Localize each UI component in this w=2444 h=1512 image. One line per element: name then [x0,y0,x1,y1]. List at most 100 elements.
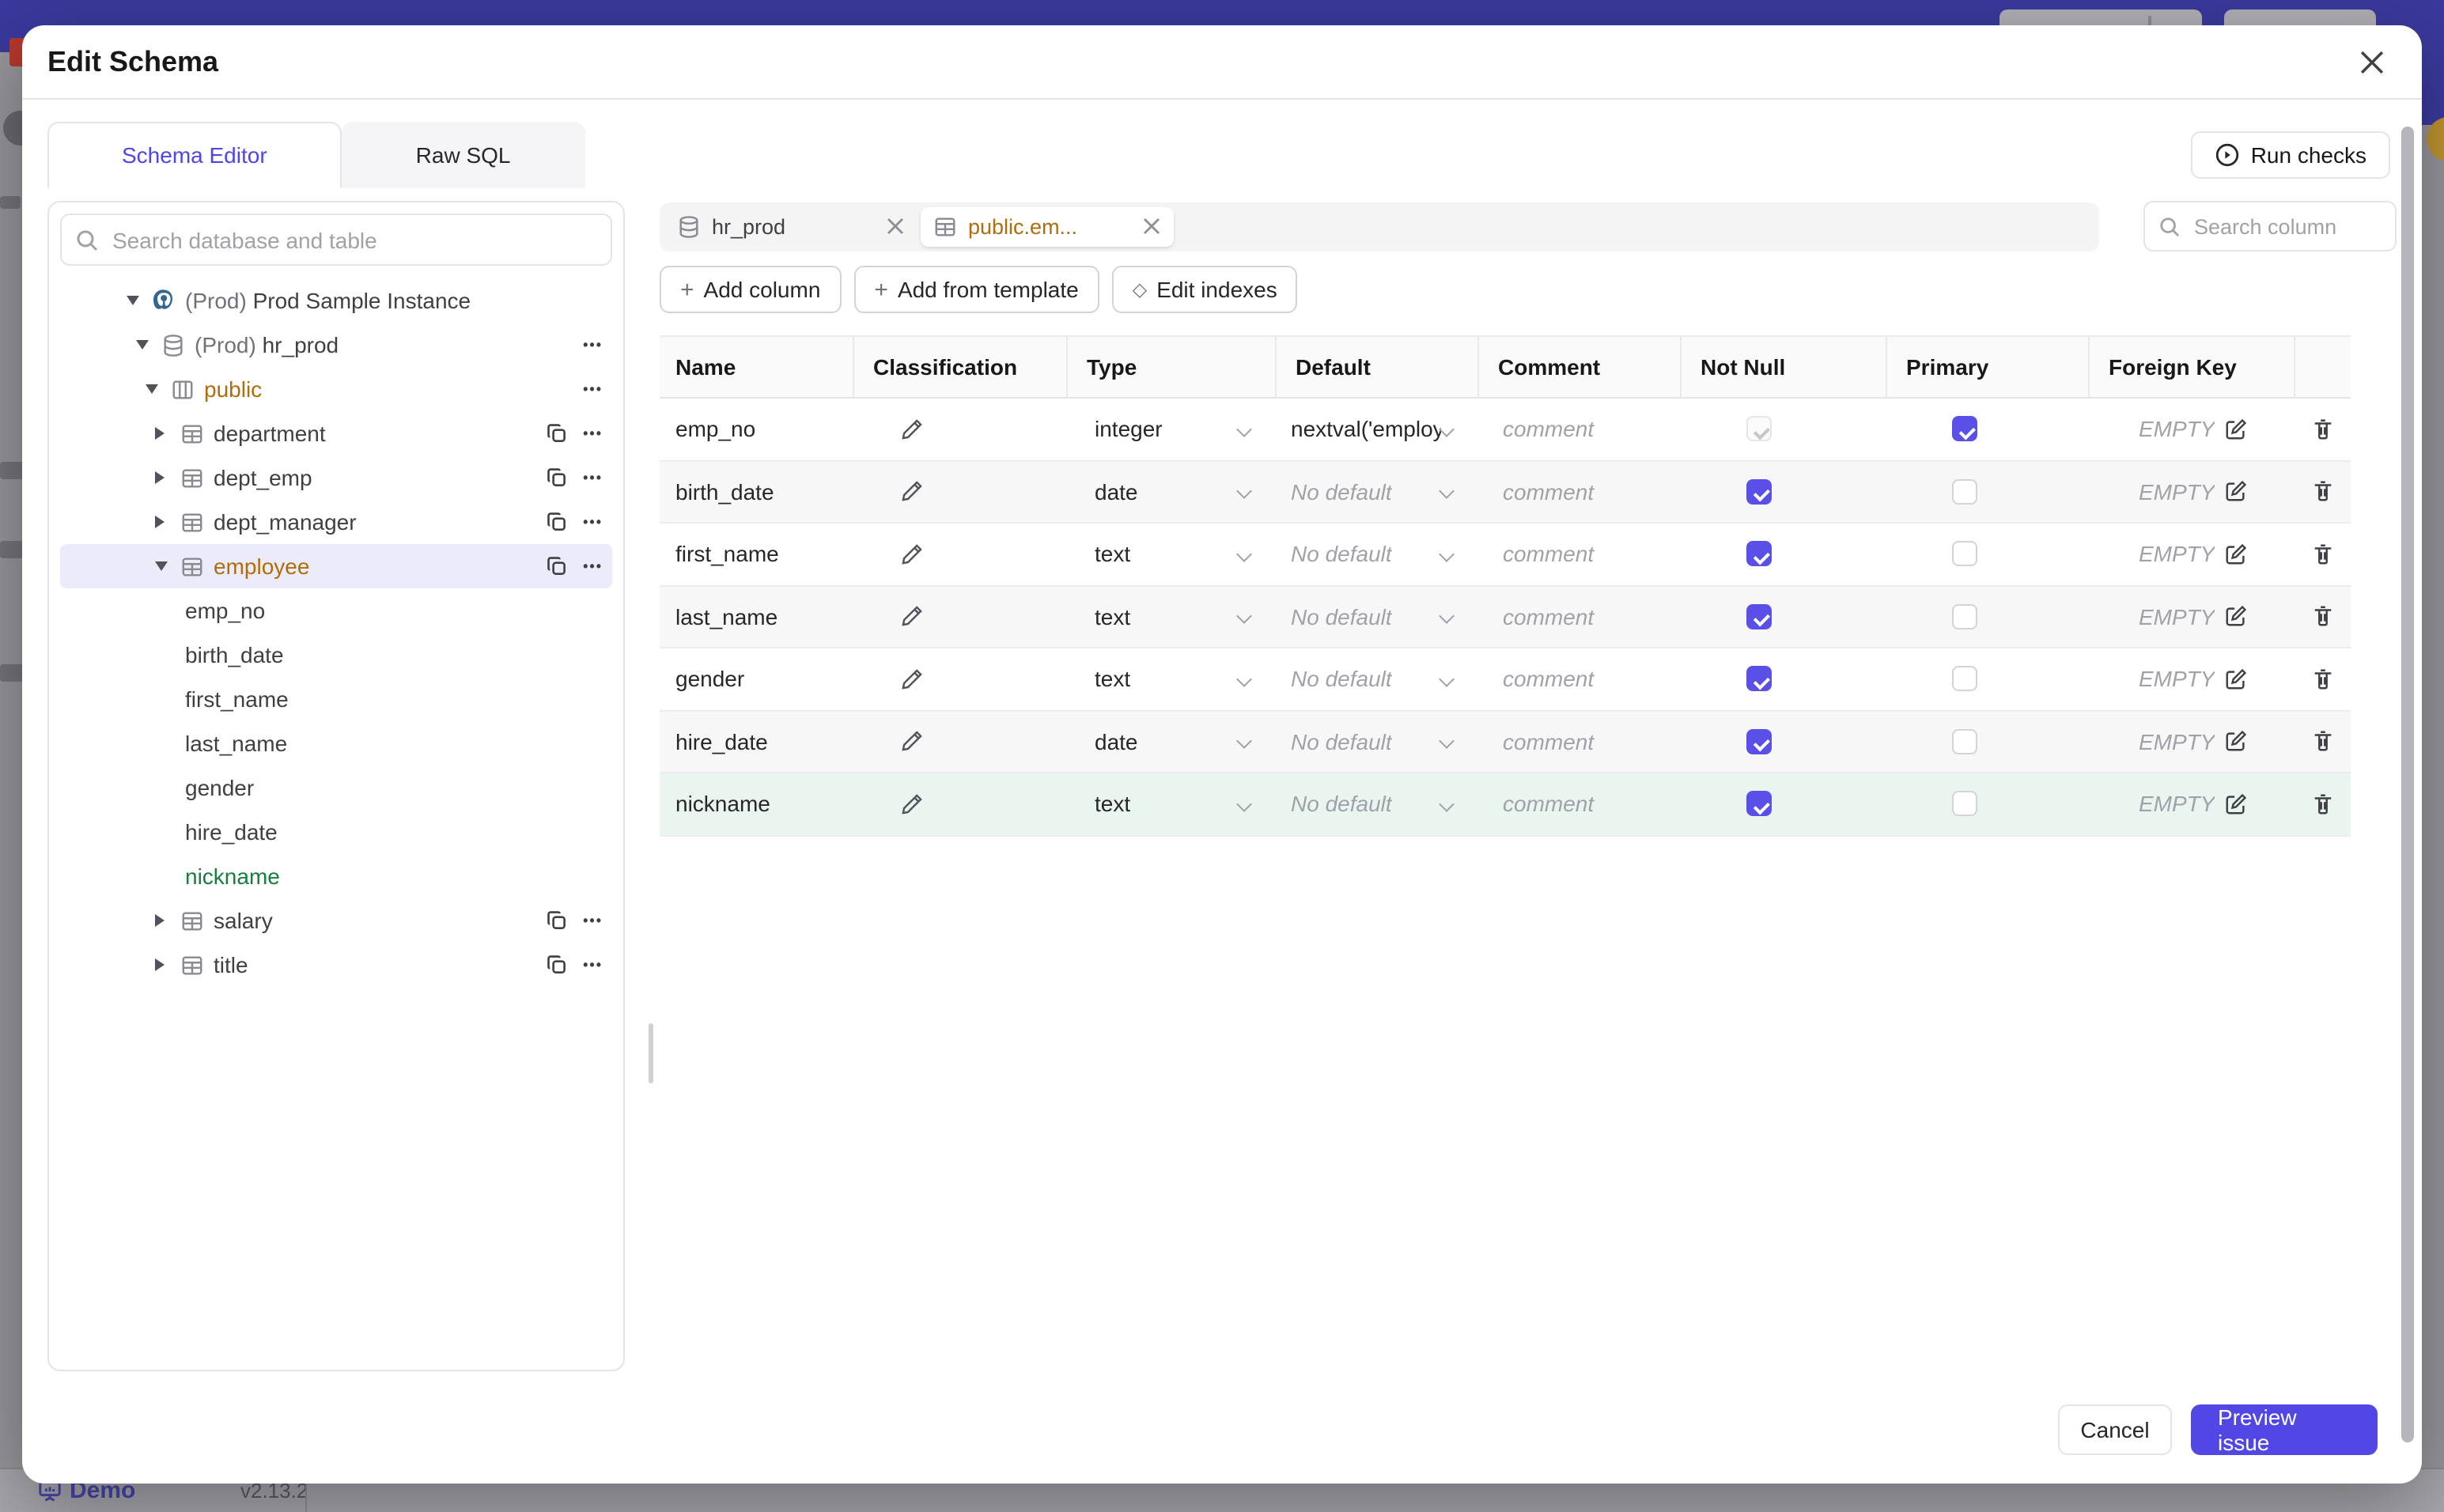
not-null-checkbox[interactable] [1746,416,1772,442]
chevron-down-icon[interactable] [1439,546,1455,562]
type-cell[interactable]: text [1066,524,1275,584]
primary-checkbox[interactable] [1952,541,1977,567]
tree-item-gender[interactable]: gender [60,765,612,810]
chevron-down-icon[interactable] [1439,796,1455,812]
tree-item-dept_manager[interactable]: dept_manager ••• [60,500,612,544]
tree-item-Prod Sample Instance[interactable]: (Prod) Prod Sample Instance [60,278,612,323]
copy-icon[interactable] [545,909,567,932]
comment-cell[interactable]: comment [1477,461,1680,522]
chevron-right-icon[interactable] [155,914,165,927]
default-cell[interactable]: nextval('employ [1275,399,1477,459]
delete-column-icon[interactable] [2310,730,2334,754]
not-null-checkbox[interactable] [1746,666,1772,692]
column-name[interactable]: birth_date [660,461,853,522]
edit-foreign-key-icon[interactable] [2224,542,2248,566]
more-actions-icon[interactable]: ••• [583,425,603,441]
edit-classification-icon[interactable] [900,605,924,629]
copy-icon[interactable] [545,954,567,976]
delete-column-icon[interactable] [2310,667,2334,691]
copy-icon[interactable] [545,511,567,533]
more-actions-icon[interactable]: ••• [583,470,603,486]
primary-checkbox[interactable] [1952,666,1977,692]
edit-foreign-key-icon[interactable] [2224,792,2248,816]
chevron-right-icon[interactable] [155,958,165,971]
default-cell[interactable]: No default [1275,711,1477,772]
more-actions-icon[interactable]: ••• [583,558,603,574]
not-null-checkbox[interactable] [1746,791,1772,817]
more-actions-icon[interactable]: ••• [583,381,603,397]
comment-cell[interactable]: comment [1477,399,1680,459]
tree-item-hire_date[interactable]: hire_date [60,810,612,854]
edit-classification-icon[interactable] [900,792,924,816]
edit-classification-icon[interactable] [900,730,924,754]
default-cell[interactable]: No default [1275,648,1477,709]
type-cell[interactable]: date [1066,461,1275,522]
editor-tab-publicem[interactable]: public.em... [921,206,1174,246]
more-actions-icon[interactable]: ••• [583,337,603,353]
edit-foreign-key-icon[interactable] [2224,730,2248,754]
scrollbar-thumb[interactable] [2401,127,2414,1442]
tree-item-department[interactable]: department ••• [60,411,612,455]
column-name[interactable]: hire_date [660,711,853,772]
column-name[interactable]: first_name [660,524,853,584]
tab-raw-sql[interactable]: Raw SQL [341,122,585,188]
chevron-down-icon[interactable] [146,384,158,394]
not-null-checkbox[interactable] [1746,541,1772,567]
default-cell[interactable]: No default [1275,773,1477,834]
chevron-down-icon[interactable] [1236,608,1252,625]
tree-item-emp_no[interactable]: emp_no [60,588,612,633]
more-actions-icon[interactable]: ••• [583,913,603,928]
copy-icon[interactable] [545,555,567,577]
edit-foreign-key-icon[interactable] [2224,605,2248,629]
chevron-down-icon[interactable] [1439,671,1455,687]
primary-checkbox[interactable] [1952,416,1977,442]
chevron-right-icon[interactable] [155,516,165,528]
primary-checkbox[interactable] [1952,791,1977,817]
delete-column-icon[interactable] [2310,418,2334,441]
panel-resize-handle[interactable] [649,1023,653,1083]
edit-foreign-key-icon[interactable] [2224,667,2248,691]
tree-search-input[interactable] [109,225,596,254]
comment-cell[interactable]: comment [1477,711,1680,772]
tree-item-salary[interactable]: salary ••• [60,898,612,943]
close-tab-icon[interactable] [886,217,905,236]
chevron-down-icon[interactable] [1236,796,1252,812]
chevron-down-icon[interactable] [1439,733,1455,750]
tree-item-employee[interactable]: employee ••• [60,544,612,588]
comment-cell[interactable]: comment [1477,648,1680,709]
delete-column-icon[interactable] [2310,792,2334,816]
chevron-down-icon[interactable] [1236,421,1252,437]
column-name[interactable]: gender [660,648,853,709]
default-cell[interactable]: No default [1275,586,1477,647]
column-name[interactable]: emp_no [660,399,853,459]
default-cell[interactable]: No default [1275,524,1477,584]
tree-item-public[interactable]: public ••• [60,367,612,411]
type-cell[interactable]: integer [1066,399,1275,459]
chevron-down-icon[interactable] [136,340,149,350]
tree-item-birth_date[interactable]: birth_date [60,633,612,677]
column-name[interactable]: nickname [660,773,853,834]
chevron-down-icon[interactable] [1439,421,1455,437]
default-cell[interactable]: No default [1275,461,1477,522]
comment-cell[interactable]: comment [1477,586,1680,647]
preview-issue-button[interactable]: Preview issue [2191,1404,2378,1455]
not-null-checkbox[interactable] [1746,478,1772,505]
copy-icon[interactable] [545,467,567,489]
chevron-down-icon[interactable] [1236,671,1252,687]
cancel-button[interactable]: Cancel [2058,1404,2172,1455]
close-icon[interactable] [2352,43,2390,81]
column-search-input[interactable] [2191,213,2381,240]
tree-item-first_name[interactable]: first_name [60,677,612,721]
chevron-down-icon[interactable] [1236,546,1252,562]
chevron-down-icon[interactable] [155,561,168,571]
not-null-checkbox[interactable] [1746,603,1772,629]
chevron-down-icon[interactable] [127,296,139,305]
edit-classification-icon[interactable] [900,542,924,566]
close-tab-icon[interactable] [1142,217,1161,236]
chevron-down-icon[interactable] [1236,733,1252,750]
edit-classification-icon[interactable] [900,418,924,441]
edit-classification-icon[interactable] [900,667,924,691]
not-null-checkbox[interactable] [1746,728,1772,754]
delete-column-icon[interactable] [2310,542,2334,566]
chevron-right-icon[interactable] [155,427,165,440]
